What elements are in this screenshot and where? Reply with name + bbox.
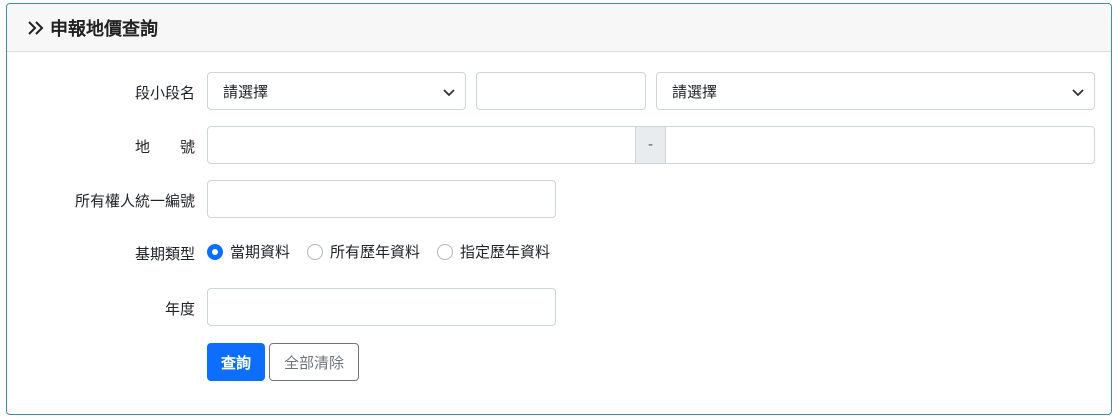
section-select-value: 請選擇 — [223, 82, 269, 101]
panel-header: 申報地價查詢 — [7, 4, 1111, 52]
section-code-input[interactable] — [476, 72, 646, 110]
radio-all-years-dot[interactable] — [307, 243, 324, 260]
radio-current-dot[interactable] — [207, 243, 223, 260]
owner-id-input[interactable] — [207, 180, 556, 218]
chevron-down-icon — [443, 89, 455, 97]
radio-current-period[interactable]: 當期資料 — [207, 241, 290, 262]
period-type-radio-group: 當期資料 所有歷年資料 指定歷年資料 — [207, 241, 567, 262]
subsection-select[interactable]: 請選擇 — [656, 72, 1095, 110]
year-input[interactable] — [207, 288, 556, 326]
query-panel: 申報地價查詢 段小段名 請選擇 請選擇 地 號 - 所有權人統一編號 基期類型 … — [6, 3, 1112, 415]
period-type-label: 基期類型 — [134, 245, 195, 263]
owner-id-label: 所有權人統一編號 — [74, 192, 195, 210]
land-number-main-input[interactable] — [207, 126, 636, 164]
section-label: 段小段名 — [134, 84, 195, 102]
subsection-select-value: 請選擇 — [672, 82, 718, 101]
section-select[interactable]: 請選擇 — [207, 72, 466, 110]
double-chevron-right-icon — [28, 20, 44, 35]
land-number-separator: - — [635, 126, 666, 164]
panel-title: 申報地價查詢 — [50, 18, 158, 40]
clear-all-button[interactable]: 全部清除 — [269, 343, 359, 381]
land-number-sub-input[interactable] — [665, 126, 1095, 164]
radio-specific-years-dot[interactable] — [437, 243, 454, 260]
year-label: 年度 — [164, 300, 195, 318]
chevron-down-icon — [1072, 89, 1084, 97]
land-number-label: 地 號 — [134, 138, 195, 156]
query-button[interactable]: 查詢 — [207, 343, 265, 381]
radio-all-years[interactable]: 所有歷年資料 — [307, 241, 420, 262]
radio-specific-years[interactable]: 指定歷年資料 — [437, 241, 550, 262]
